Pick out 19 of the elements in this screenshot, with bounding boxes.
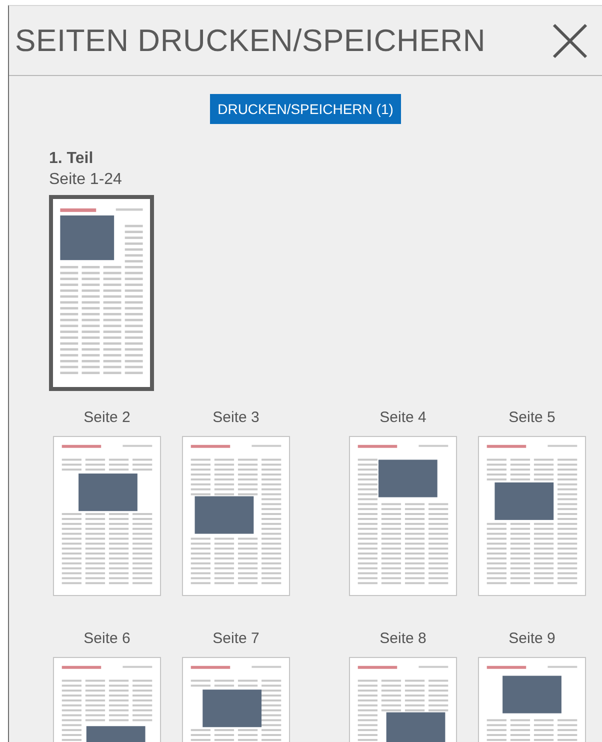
section-page-range: Seite 1-24 xyxy=(49,171,123,189)
close-icon xyxy=(552,22,588,58)
page-label: Seite 2 xyxy=(84,409,130,426)
print-save-button[interactable]: DRUCKEN/SPEICHERN (1) xyxy=(210,94,402,124)
newspaper-page-thumbnail[interactable] xyxy=(349,436,457,596)
page-label: Seite 5 xyxy=(508,409,556,426)
page-label: Seite 4 xyxy=(380,409,426,426)
section-title: 1. Teil xyxy=(49,150,94,168)
close-button[interactable] xyxy=(552,22,588,58)
newspaper-page-thumbnail[interactable] xyxy=(49,195,154,391)
page-label: Seite 6 xyxy=(84,630,130,647)
page-label: Seite 7 xyxy=(212,630,260,647)
newspaper-page-thumbnail[interactable] xyxy=(53,436,161,596)
panel-title: SEITEN DRUCKEN/SPEICHERN xyxy=(15,22,486,58)
page-label: Seite 9 xyxy=(508,630,556,647)
newspaper-page-thumbnail[interactable] xyxy=(182,436,290,596)
newspaper-page-thumbnail[interactable] xyxy=(478,436,586,596)
page-label: Seite 8 xyxy=(380,630,426,647)
page-label: Seite 3 xyxy=(212,409,260,426)
